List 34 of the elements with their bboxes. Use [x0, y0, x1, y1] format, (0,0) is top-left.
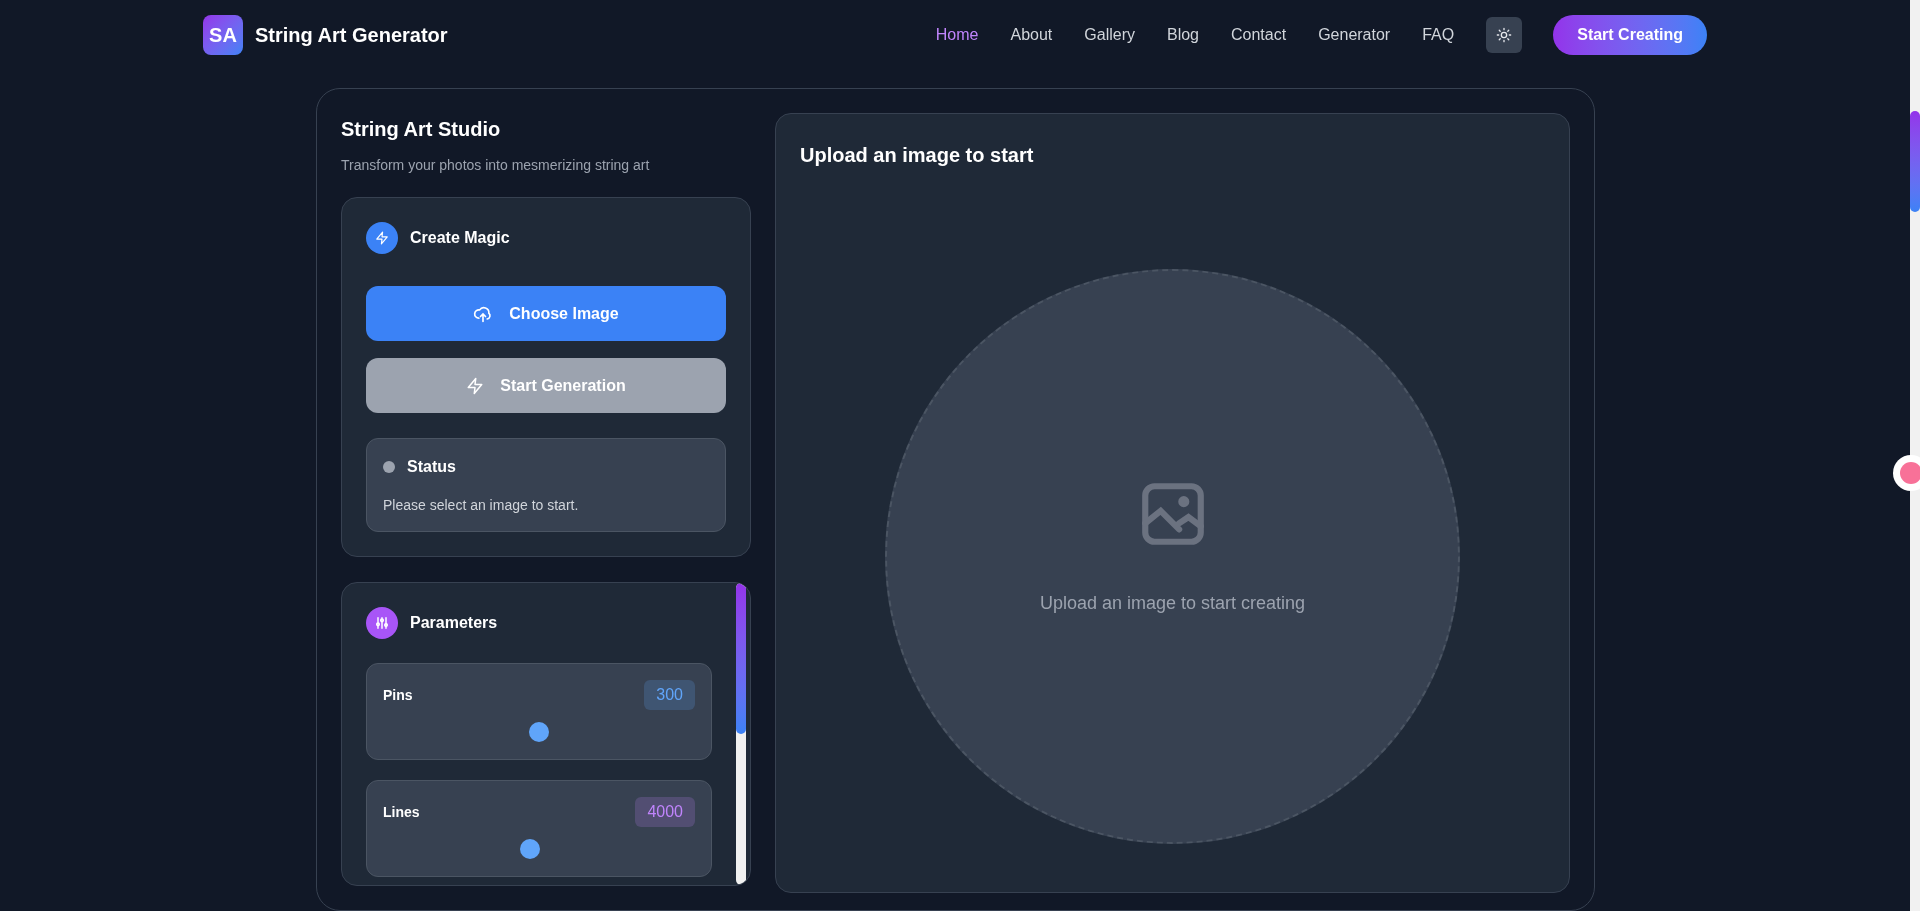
preview-title: Upload an image to start: [800, 143, 1035, 168]
scrollbar-thumb[interactable]: [736, 583, 746, 734]
upload-dropzone[interactable]: Upload an image to start creating: [885, 269, 1460, 844]
parameter-label: Lines: [383, 803, 420, 822]
lightning-icon: [366, 222, 398, 254]
status-message: Please select an image to start.: [383, 496, 580, 515]
slider-thumb[interactable]: [519, 839, 540, 859]
panel-title: Create Magic: [410, 228, 510, 248]
site-title[interactable]: String Art Generator: [255, 21, 448, 49]
start-creating-button[interactable]: Start Creating: [1553, 15, 1707, 55]
nav-link[interactable]: Contact: [1231, 23, 1287, 47]
theme-toggle-button[interactable]: [1486, 17, 1523, 53]
studio-subtitle: Transform your photos into mesmerizing string art: [341, 156, 651, 175]
nav-link[interactable]: Gallery: [1084, 23, 1135, 47]
lightning-icon: [466, 376, 485, 395]
choose-image-button[interactable]: Choose Image: [366, 286, 726, 341]
upload-hint: Upload an image to start creating: [1039, 591, 1306, 615]
nav-link[interactable]: Home: [935, 23, 979, 47]
nav-link[interactable]: Blog: [1166, 23, 1199, 47]
sun-icon: [1496, 27, 1513, 43]
studio-title: String Art Studio: [341, 117, 502, 142]
nav-link[interactable]: Generator: [1318, 23, 1391, 47]
floating-widget-icon[interactable]: [1893, 455, 1920, 491]
parameter-value: 300: [656, 685, 683, 705]
logo-badge[interactable]: SA: [203, 15, 243, 55]
parameter-label: Pins: [383, 686, 413, 705]
slider-thumb[interactable]: [529, 722, 549, 742]
parameter-value: 4000: [647, 802, 683, 822]
sliders-icon: [366, 607, 398, 639]
page-scrollbar-thumb[interactable]: [1910, 111, 1920, 212]
nav-link[interactable]: About: [1010, 23, 1053, 47]
nav-link[interactable]: FAQ: [1422, 23, 1455, 47]
status-title: Status: [407, 457, 456, 477]
panel-title: Parameters: [410, 613, 498, 633]
